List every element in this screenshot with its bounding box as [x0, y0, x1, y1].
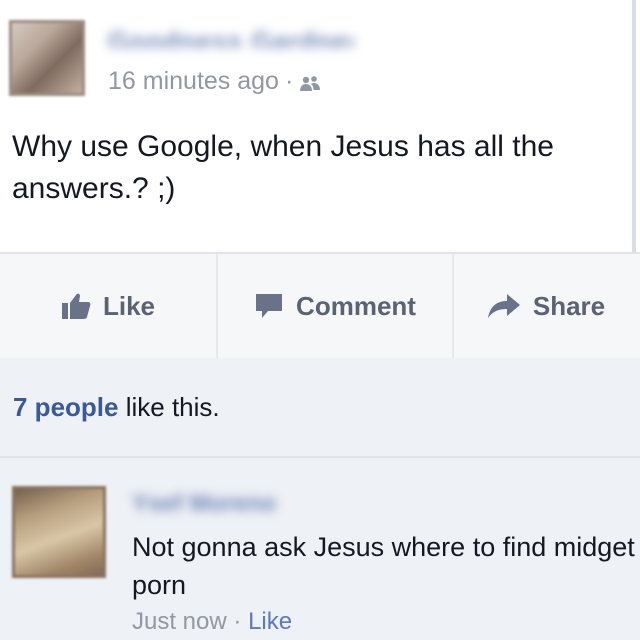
comment-meta: Just now · Like [132, 608, 292, 636]
post-card: Goodness Gardner 16 minutes ago · Why use… [0, 0, 636, 252]
comment-button[interactable]: Comment [216, 254, 454, 358]
comment-like-link[interactable]: Like [248, 608, 292, 635]
post-text: Why use Google, when Jesus has all the a… [12, 130, 554, 205]
post-meta: 16 minutes ago · [108, 67, 321, 96]
share-button[interactable]: Share [452, 254, 640, 358]
facebook-mobile-post: Goodness Gardner 16 minutes ago · Why use… [0, 0, 640, 640]
like-label: Like [102, 290, 156, 321]
comment-timestamp: Just now [132, 608, 227, 635]
comment-meta-separator: · [233, 608, 242, 635]
friends-icon[interactable] [299, 71, 321, 92]
like-button[interactable]: Like [0, 254, 216, 358]
share-label: Share [532, 290, 606, 321]
likes-suffix: like this. [118, 392, 220, 422]
post-author-name[interactable]: Goodness Gardner [108, 26, 353, 48]
post-action-bar: Like Comment Share [0, 252, 640, 360]
share-arrow-icon [487, 294, 520, 318]
comment-author-avatar[interactable] [12, 486, 106, 578]
post-timestamp[interactable]: 16 minutes ago [108, 67, 279, 95]
thumbs-up-icon [61, 293, 91, 319]
post-author-avatar[interactable] [9, 20, 85, 96]
likes-text: 7 people like this. [13, 392, 220, 423]
likes-count-link[interactable]: 7 people [13, 392, 118, 422]
comment-label: Comment [296, 290, 416, 321]
comment-item: Ysef Moreno Not gonna ask Jesus where to… [0, 458, 640, 640]
likes-summary: 7 people like this. [0, 358, 640, 458]
comment-author-name[interactable]: Ysef Moreno [132, 490, 352, 512]
comment-text: Not gonna ask Jesus where to find midget… [132, 532, 635, 600]
comment-bubble-icon [256, 294, 283, 318]
meta-separator: · [284, 67, 294, 95]
